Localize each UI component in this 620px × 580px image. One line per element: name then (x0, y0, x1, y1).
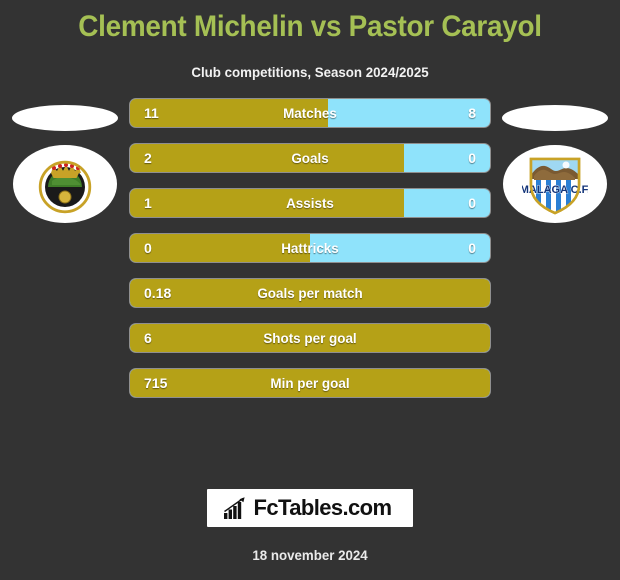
stat-bar-min-per-goal (130, 369, 490, 397)
page-subtitle: Club competitions, Season 2024/2025 (191, 64, 429, 80)
stat-row-hattricks: 0 Hattricks 0 (130, 234, 490, 262)
home-player-photo-placeholder (12, 105, 118, 131)
header: Clement Michelin vs Pastor Carayol Club … (0, 0, 620, 81)
stat-bar-fill-home (130, 234, 310, 262)
stat-row-matches: 11 Matches 8 (130, 99, 490, 127)
away-club-badge: MALAGA C.F. (503, 145, 607, 223)
away-player-photo-placeholder (502, 105, 608, 131)
stat-bar-shots-per-goal (130, 324, 490, 352)
home-player-column (0, 99, 130, 409)
fctables-logo[interactable]: FcTables.com (206, 489, 414, 527)
page-title: Clement Michelin vs Pastor Carayol (78, 10, 542, 43)
stat-bar-fill-home (130, 279, 490, 307)
stat-row-shots-per-goal: 6 Shots per goal (130, 324, 490, 352)
stat-row-goals-per-match: 0.18 Goals per match (130, 279, 490, 307)
stat-bar-fill-home (130, 99, 328, 127)
stat-bar-fill-home (130, 369, 490, 397)
away-player-column: MALAGA C.F. (490, 99, 620, 409)
home-club-badge (13, 145, 117, 223)
malaga-cf-badge-icon: MALAGA C.F. (522, 157, 588, 215)
stat-row-goals: 2 Goals 0 (130, 144, 490, 172)
stat-bar-goals (130, 144, 490, 172)
stat-rows: 11 Matches 8 2 Goals 0 1 Assists 0 0 Hat… (130, 99, 490, 414)
generated-date: 18 november 2024 (252, 547, 368, 563)
stat-row-min-per-goal: 715 Min per goal (130, 369, 490, 397)
bar-chart-arrow-icon (223, 497, 245, 519)
stat-row-assists: 1 Assists 0 (130, 189, 490, 217)
racing-santander-badge-icon (38, 160, 92, 214)
stat-bar-hattricks (130, 234, 490, 262)
stat-bar-fill-home (130, 144, 404, 172)
comparison-board: MALAGA C.F. 11 Matches 8 2 Goals 0 1 Ass… (0, 99, 620, 409)
stat-bar-goals-per-match (130, 279, 490, 307)
stat-bar-matches (130, 99, 490, 127)
stat-bar-fill-home (130, 324, 490, 352)
stat-bar-fill-home (130, 189, 404, 217)
stat-bar-assists (130, 189, 490, 217)
footer: FcTables.com 18 november 2024 (0, 489, 620, 580)
fctables-logo-text: FcTables.com (253, 495, 392, 520)
